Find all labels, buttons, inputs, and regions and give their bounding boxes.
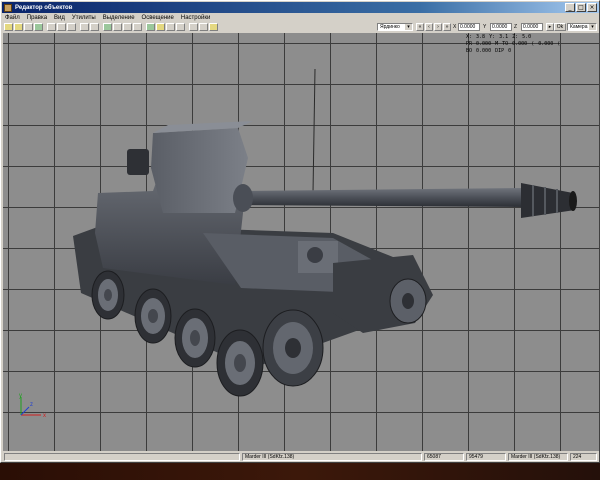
gizmo-z-label: z — [30, 402, 33, 408]
prev-icon[interactable]: ‹ — [425, 23, 433, 31]
z-field[interactable]: 0.0000 — [521, 23, 543, 31]
menu-selection[interactable]: Выделение — [103, 15, 135, 21]
chevron-down-icon: ▾ — [405, 24, 412, 30]
cut-icon[interactable] — [47, 23, 56, 31]
import-icon[interactable] — [34, 23, 43, 31]
window-title: Редактор объектов — [15, 4, 73, 11]
open-folder-icon[interactable] — [14, 23, 23, 31]
view-mode-select[interactable]: Ярдинко ▾ — [377, 23, 413, 31]
camera-select[interactable]: Камера ▾ — [567, 23, 597, 31]
status-bar: Marder III (SdKfz.138) 65087 95479 Marde… — [2, 452, 599, 462]
render-icon[interactable] — [209, 23, 218, 31]
status-object-name-2: Marder III (SdKfz.138) — [508, 453, 568, 461]
save-icon[interactable] — [24, 23, 33, 31]
move-icon[interactable] — [113, 23, 122, 31]
ok-button[interactable]: Ok — [554, 23, 566, 31]
select-icon[interactable] — [103, 23, 112, 31]
z-label: Z — [514, 24, 518, 30]
apply-icon[interactable]: ▸ — [546, 23, 554, 31]
axis-gizmo: x y z — [19, 393, 46, 419]
view-mode-value: Ярдинко — [380, 24, 400, 30]
first-icon[interactable]: « — [416, 23, 424, 31]
menu-lighting[interactable]: Освещение — [142, 15, 174, 21]
gizmo-x-label: x — [43, 413, 46, 419]
scale-icon[interactable] — [133, 23, 142, 31]
title-bar[interactable]: Редактор объектов _ □ × — [2, 2, 599, 13]
next-icon[interactable]: › — [434, 23, 442, 31]
status-count-1: 65087 — [424, 453, 464, 461]
menu-bar: Файл Правка Вид Утилиты Выделение Освеще… — [2, 13, 599, 22]
x-field[interactable]: 0.0000 — [458, 23, 480, 31]
menu-edit[interactable]: Правка — [27, 15, 47, 21]
y-label: Y — [483, 24, 487, 30]
camera-icon[interactable] — [176, 23, 185, 31]
status-object-name: Marder III (SdKfz.138) — [242, 453, 422, 461]
camera-value: Камера — [570, 24, 588, 30]
editor-window: Редактор объектов _ □ × Файл Правка Вид … — [0, 0, 600, 463]
status-empty-1 — [4, 453, 240, 461]
chevron-down-icon: ▾ — [589, 24, 596, 30]
close-button[interactable]: × — [587, 3, 597, 12]
zoom-in-icon[interactable] — [189, 23, 198, 31]
3d-viewport[interactable]: X: 3.8 Y: 3.1 Z: 5.0 PR 0.000 M TO 0.000… — [3, 33, 599, 451]
new-file-icon[interactable] — [4, 23, 13, 31]
status-value: 224 — [570, 453, 597, 461]
menu-file[interactable]: Файл — [5, 15, 20, 21]
menu-utilities[interactable]: Утилиты — [72, 15, 96, 21]
minimize-button[interactable]: _ — [565, 3, 575, 12]
copy-icon[interactable] — [57, 23, 66, 31]
menu-view[interactable]: Вид — [54, 15, 65, 21]
maximize-button[interactable]: □ — [576, 3, 586, 12]
zoom-out-icon[interactable] — [199, 23, 208, 31]
y-field[interactable]: 0.0000 — [490, 23, 512, 31]
undo-icon[interactable] — [80, 23, 89, 31]
app-icon — [4, 3, 12, 12]
redo-icon[interactable] — [90, 23, 99, 31]
gizmo-y-label: y — [19, 393, 22, 399]
texture-icon[interactable] — [166, 23, 175, 31]
last-icon[interactable]: » — [443, 23, 451, 31]
menu-settings[interactable]: Настройки — [181, 15, 210, 21]
light-icon[interactable] — [146, 23, 155, 31]
paste-icon[interactable] — [67, 23, 76, 31]
antenna — [312, 68, 316, 194]
rotate-icon[interactable] — [123, 23, 132, 31]
tank-model[interactable] — [3, 33, 599, 451]
material-icon[interactable] — [156, 23, 165, 31]
x-label: X — [453, 24, 457, 30]
status-count-2: 95479 — [466, 453, 506, 461]
